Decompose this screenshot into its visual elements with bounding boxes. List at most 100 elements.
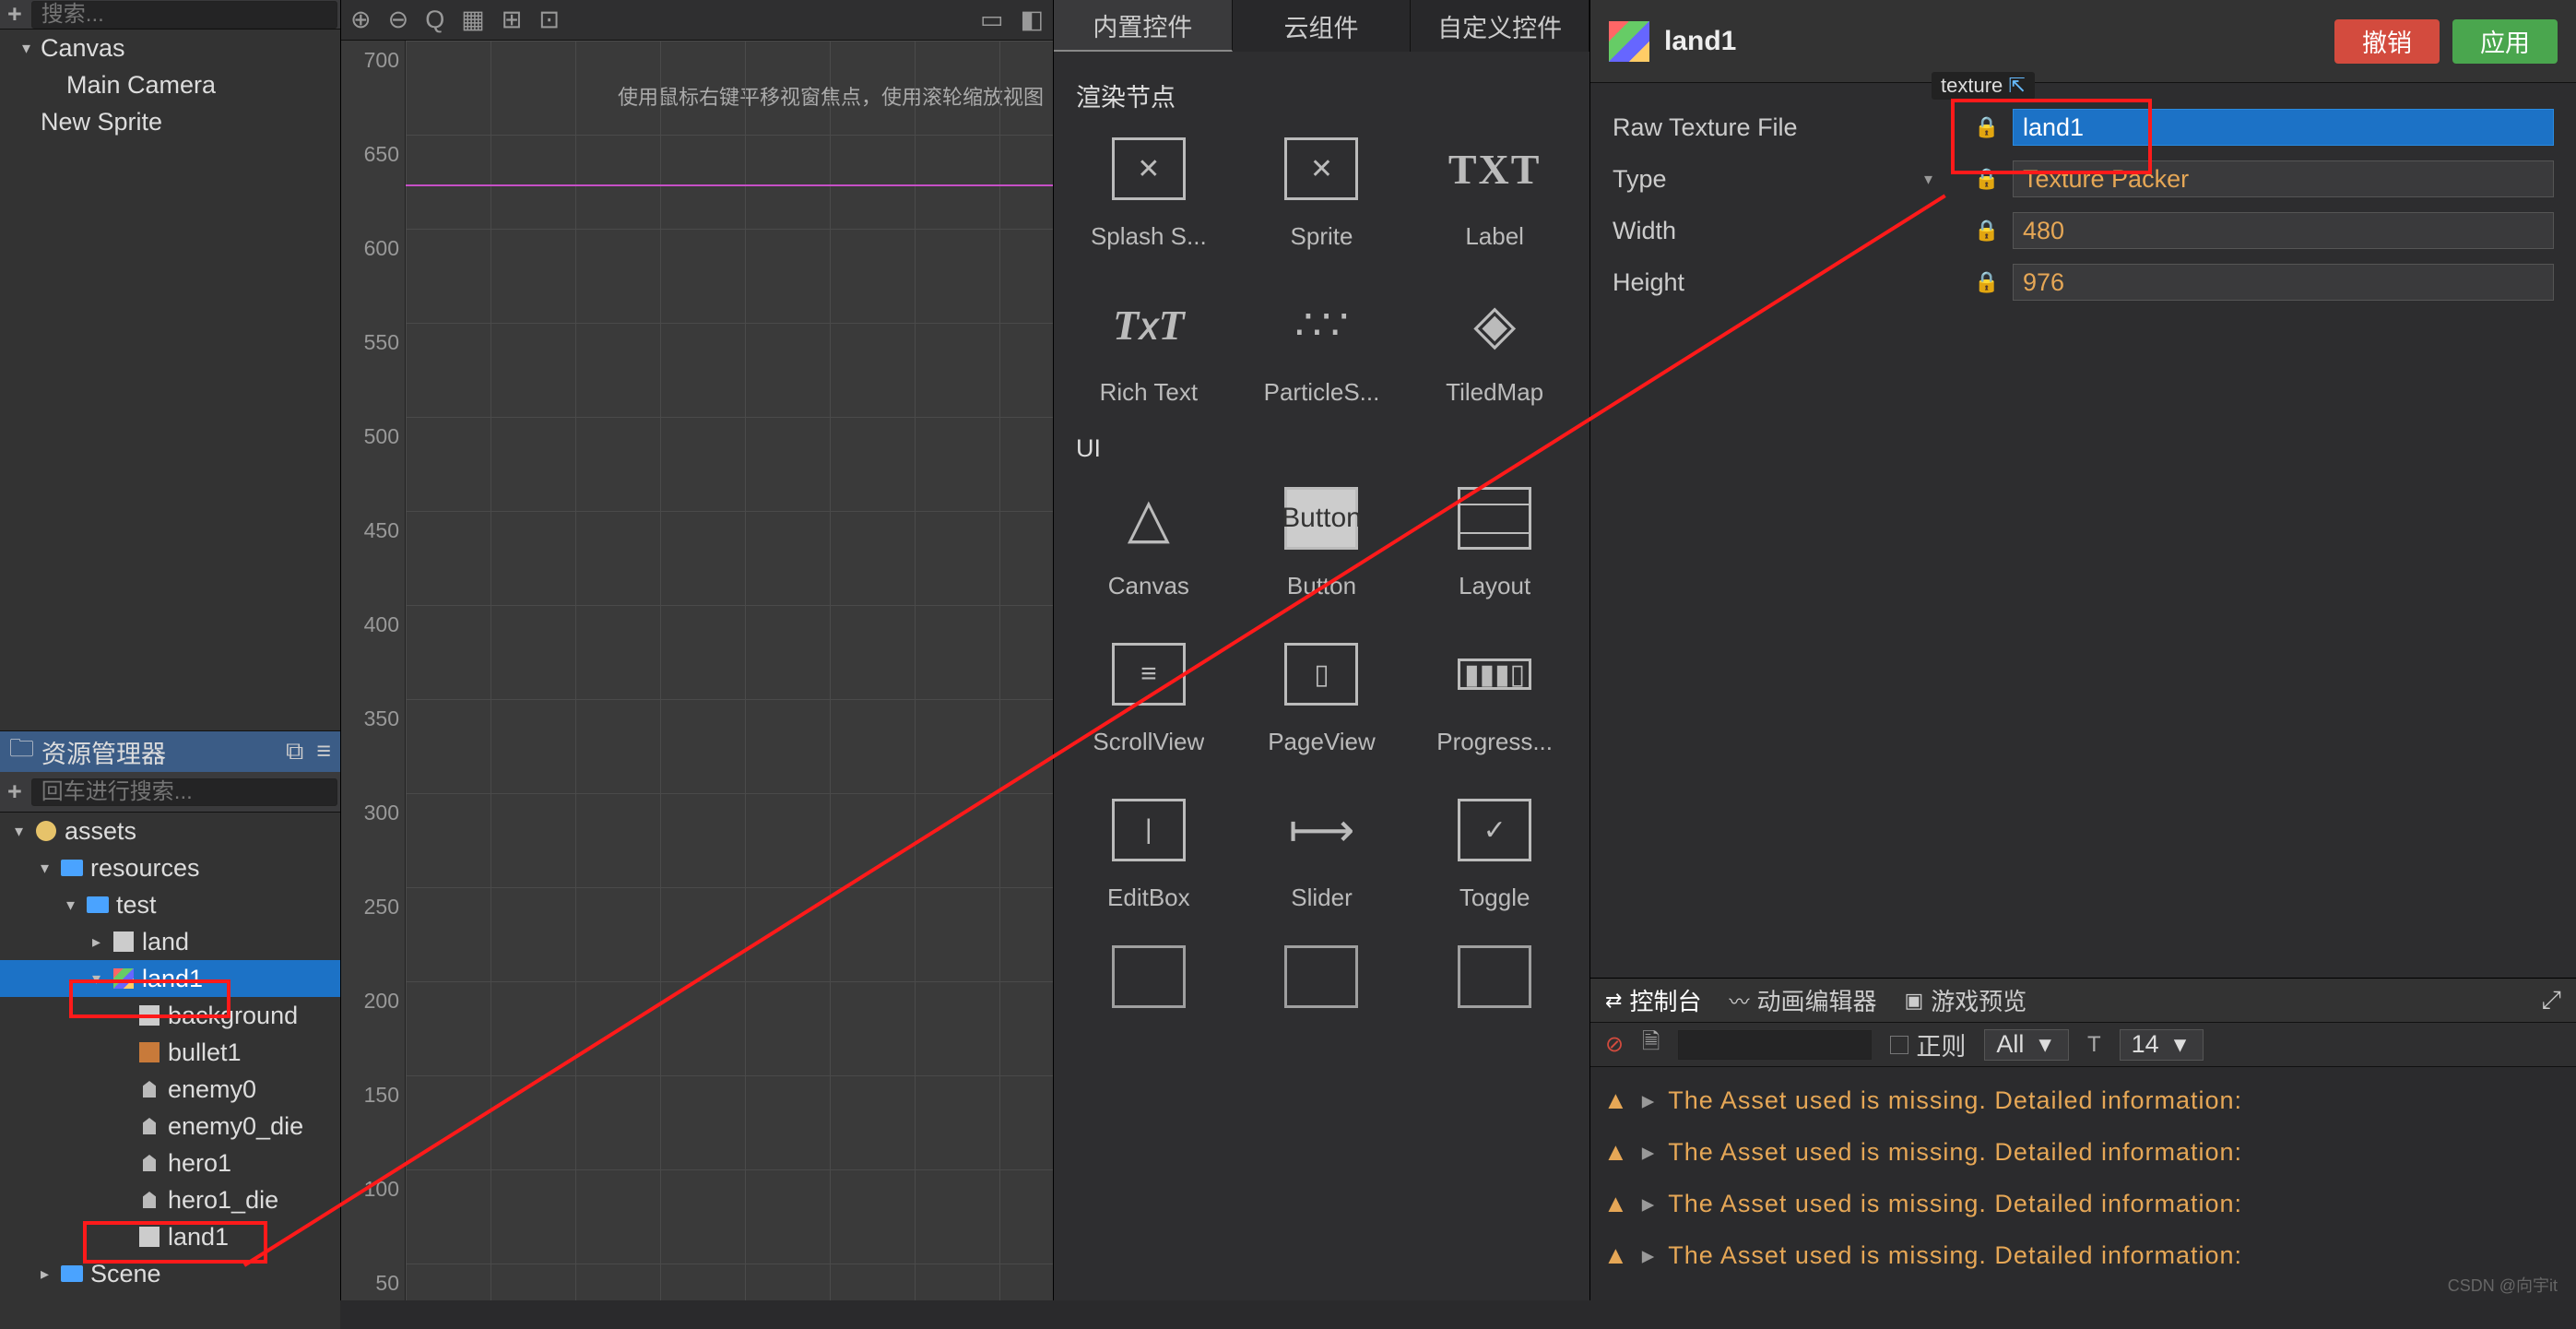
component-item[interactable]: ⟼Slider xyxy=(1249,793,1395,912)
lock-icon[interactable]: 🔒 xyxy=(1968,167,2005,191)
log-row[interactable]: ▲▸The Asset used is missing. Detailed in… xyxy=(1603,1074,2563,1126)
regex-checkbox[interactable]: 正则 xyxy=(1890,1026,1966,1062)
asset-item[interactable]: hero1_die xyxy=(0,1181,340,1218)
hierarchy-item[interactable]: ▾Canvas xyxy=(0,30,340,66)
asset-item[interactable]: enemy0 xyxy=(0,1071,340,1108)
component-item[interactable]: TXTRich Text xyxy=(1076,288,1222,407)
warning-icon: ▲ xyxy=(1603,1190,1629,1218)
texture-chip[interactable]: texture ⇱ xyxy=(1932,72,2035,100)
component-tab[interactable]: 内置控件 xyxy=(1054,0,1233,52)
undo-button[interactable]: 撤销 xyxy=(2334,19,2440,64)
component-item[interactable] xyxy=(1076,940,1222,1030)
asset-item[interactable]: ▾land1 xyxy=(0,960,340,997)
triangle-icon: △ xyxy=(1098,481,1199,555)
page-icon: ▯ xyxy=(1270,637,1372,711)
tool-icon[interactable]: ▦ xyxy=(461,6,485,34)
component-item[interactable]: ✕Sprite xyxy=(1249,132,1395,251)
component-item[interactable]: ◈TiledMap xyxy=(1422,288,1567,407)
log-row[interactable]: ▲▸The Asset used is missing. Detailed in… xyxy=(1603,1178,2563,1229)
hierarchy-search-input[interactable] xyxy=(31,1,337,29)
log-row[interactable]: ▲▸The Asset used is missing. Detailed in… xyxy=(1603,1126,2563,1178)
lock-icon[interactable]: 🔒 xyxy=(1968,219,2005,243)
tab-console[interactable]: ⇄控制台 xyxy=(1605,983,1701,1017)
asset-item[interactable]: ▸land xyxy=(0,923,340,960)
property-field[interactable]: Texture Packer xyxy=(2013,160,2554,197)
folder-icon xyxy=(59,1264,85,1284)
clear-icon[interactable]: ⊘ xyxy=(1605,1031,1624,1058)
zoom-in-icon[interactable]: ⊕ xyxy=(350,6,372,34)
hierarchy-item[interactable]: Main Camera xyxy=(0,66,340,103)
lock-icon[interactable]: 🔒 xyxy=(1968,115,2005,139)
component-item[interactable]: Layout xyxy=(1422,481,1567,600)
component-item[interactable]: △Canvas xyxy=(1076,481,1222,600)
asset-item[interactable]: ▾assets xyxy=(0,813,340,849)
property-field[interactable]: land1 xyxy=(2013,109,2554,146)
asset-item[interactable]: enemy0_die xyxy=(0,1108,340,1145)
sq-icon xyxy=(111,931,136,952)
tool-icon[interactable]: ⊞ xyxy=(502,6,523,34)
console-toolbar: ⊘ 🗎 正则 All▾ T 14▾ xyxy=(1590,1023,2576,1067)
tool-icon[interactable]: ⊡ xyxy=(538,6,560,34)
component-item[interactable]: TXTLabel xyxy=(1422,132,1567,251)
ruler-y: 7006506005505004504003503002502001501005… xyxy=(341,41,406,1300)
file-icon[interactable]: 🗎 xyxy=(1642,1026,1660,1063)
component-tab[interactable]: 自定义控件 xyxy=(1411,0,1589,52)
apply-button[interactable]: 应用 xyxy=(2452,19,2558,64)
component-item[interactable]: ∴∵ParticleS... xyxy=(1249,288,1395,407)
property-field[interactable]: 976 xyxy=(2013,264,2554,301)
viewport-toolbar: ⊕ ⊖ Q ▦ ⊞ ⊡ ▭ ◧ xyxy=(341,0,1053,41)
component-item[interactable]: ✓Toggle xyxy=(1422,793,1567,912)
hierarchy-item[interactable]: New Sprite xyxy=(0,103,340,140)
hierarchy-tree[interactable]: ▾CanvasMain CameraNew Sprite xyxy=(0,30,340,730)
folder-icon xyxy=(85,895,111,915)
asset-search-input[interactable] xyxy=(31,778,337,806)
component-item[interactable]: ▮▮▮▯Progress... xyxy=(1422,637,1567,756)
component-item[interactable]: ✕Splash S... xyxy=(1076,132,1222,251)
shard-icon xyxy=(136,1190,162,1210)
asset-item[interactable]: bullet1 xyxy=(0,1034,340,1071)
tool-icon[interactable]: ▭ xyxy=(980,6,1004,34)
component-item[interactable]: ButtonButton xyxy=(1249,481,1395,600)
property-field[interactable]: 480 xyxy=(2013,212,2554,249)
zoom-reset-icon[interactable]: Q xyxy=(425,6,444,34)
layout-icon xyxy=(1444,481,1545,555)
shard-icon xyxy=(136,1079,162,1099)
asset-item[interactable]: ▾test xyxy=(0,886,340,923)
property-row: Width🔒480 xyxy=(1613,205,2554,256)
asset-tree[interactable]: ▾assets▾resources▾test▸land▾land1backgro… xyxy=(0,813,340,1329)
expand-icon[interactable]: ⤢ xyxy=(2541,986,2561,1015)
asset-item[interactable]: ▾resources xyxy=(0,849,340,886)
font-size-dropdown[interactable]: 14▾ xyxy=(2120,1029,2204,1061)
folder-icon xyxy=(59,858,85,878)
component-tab[interactable]: 云组件 xyxy=(1233,0,1412,52)
folder-icon: 🗀 xyxy=(9,730,34,773)
lock-icon[interactable]: 🔒 xyxy=(1968,270,2005,294)
asset-panel-header[interactable]: 🗀 资源管理器 ⧉ ≡ xyxy=(0,731,340,772)
add-asset-button[interactable]: + xyxy=(7,777,22,806)
progress-icon: ▮▮▮▯ xyxy=(1444,637,1545,711)
-icon xyxy=(1270,940,1372,1014)
scene-viewport[interactable]: 使用鼠标右键平移视窗焦点，使用滚轮缩放视图 700650600550500450… xyxy=(341,41,1053,1300)
inspector-title: land1 xyxy=(1664,26,1736,57)
component-item[interactable] xyxy=(1249,940,1395,1030)
menu-icon[interactable]: ≡ xyxy=(316,737,331,766)
tab-preview[interactable]: ▣游戏预览 xyxy=(1904,983,2027,1017)
add-node-button[interactable]: + xyxy=(7,0,22,29)
console-message-list[interactable]: ▲▸The Asset used is missing. Detailed in… xyxy=(1590,1067,2576,1300)
shard-icon xyxy=(136,1116,162,1136)
component-item[interactable]: |EditBox xyxy=(1076,793,1222,912)
font-icon[interactable]: T xyxy=(2087,1032,2101,1058)
zoom-out-icon[interactable]: ⊖ xyxy=(388,6,409,34)
inspector-header: land1 撤销 应用 xyxy=(1590,0,2576,83)
asset-item[interactable]: hero1 xyxy=(0,1145,340,1181)
asset-item[interactable]: background xyxy=(0,997,340,1034)
component-item[interactable] xyxy=(1422,940,1567,1030)
log-level-dropdown[interactable]: All▾ xyxy=(1984,1029,2069,1061)
tool-icon[interactable]: ◧ xyxy=(1020,6,1044,34)
duplicate-icon[interactable]: ⧉ xyxy=(286,737,303,766)
log-row[interactable]: ▲▸The Asset used is missing. Detailed in… xyxy=(1603,1229,2563,1281)
asset-item[interactable]: ▸Scene xyxy=(0,1255,340,1292)
tab-animator[interactable]: 〰动画编辑器 xyxy=(1729,983,1876,1017)
console-filter-input[interactable] xyxy=(1678,1030,1872,1060)
component-item[interactable]: ▯PageView xyxy=(1249,637,1395,756)
